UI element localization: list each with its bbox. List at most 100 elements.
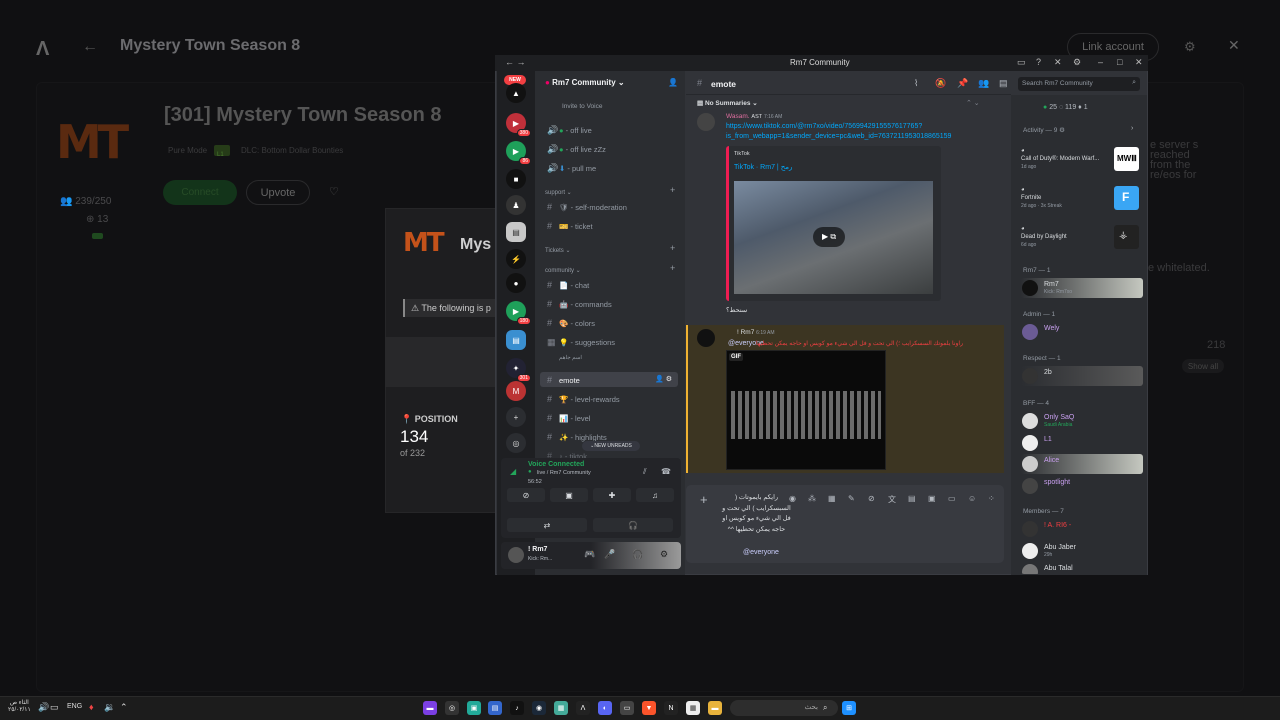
user-name[interactable]: ! Rm7 — [528, 546, 547, 553]
guild-icon[interactable]: ✦ 301 — [506, 358, 531, 382]
disconnect-icon[interactable]: ☎ — [661, 467, 671, 476]
category-community[interactable]: community ⌄ — [545, 267, 581, 274]
gift-icon[interactable]: ▣ — [928, 494, 936, 503]
channel-level[interactable]: # 📊 - level — [547, 413, 590, 423]
composer-mention[interactable]: @everyone — [743, 549, 779, 556]
channel-settings-icon[interactable]: 👤 ⚙ — [655, 375, 672, 383]
channel-level-rewards[interactable]: # 🏆 - level-rewards — [547, 394, 620, 404]
discover-icon[interactable]: ◎ — [506, 433, 526, 453]
channel-suggestions[interactable]: ▦ 💡 - suggestions — [547, 337, 615, 348]
no-summaries-bar[interactable]: ▤ No Summaries ⌄ — [697, 99, 758, 107]
tiktok-icon[interactable]: ♪ — [510, 701, 524, 715]
settings-gear-icon[interactable]: ⚙ — [1184, 39, 1196, 55]
guild-icon[interactable]: ▲ — [506, 83, 526, 103]
start-icon[interactable]: ⊞ — [842, 701, 856, 715]
pin-icon[interactable]: 📌 — [957, 78, 968, 89]
add-server-icon[interactable]: + — [506, 407, 526, 427]
threads-icon[interactable]: ⌇ — [914, 78, 918, 89]
member-item[interactable]: Only SaQ Saudi Arabia — [1021, 411, 1143, 431]
channel-pull-me[interactable]: 🔊⬇ - pull me — [547, 163, 596, 174]
show-all-button[interactable]: Show all — [1182, 359, 1224, 373]
member-item[interactable]: ! A. RI6 - — [1021, 519, 1143, 539]
channel-commands[interactable]: # 🤖 - commands — [547, 299, 612, 309]
app-icon[interactable]: ▭ — [620, 701, 634, 715]
summaries-icon[interactable]: ▤ — [999, 78, 1008, 89]
eye-icon[interactable]: ◉ — [789, 494, 796, 503]
maximize-icon[interactable]: □ — [1117, 57, 1122, 67]
translate-icon[interactable]: 文 — [888, 494, 896, 505]
chevron-up-icon[interactable]: ⌃ — [120, 702, 128, 713]
message-author[interactable]: ! Rm7 6:19 AM — [737, 329, 775, 336]
voice-status[interactable]: Voice Connected — [528, 461, 584, 468]
member-item[interactable]: spotlight — [1021, 476, 1143, 496]
member-item[interactable]: L1 — [1021, 433, 1143, 453]
inbox-icon[interactable]: ▭ — [1017, 57, 1026, 68]
channel-emote[interactable]: # emote 👤 ⚙ — [540, 372, 678, 387]
gamepad-icon[interactable]: 🎮 — [584, 549, 595, 560]
microphone-icon[interactable]: 🎤 — [604, 549, 615, 560]
soundboard-button[interactable]: ♫ — [636, 488, 674, 502]
message-author[interactable]: Wasam. AST 7:16 AM — [726, 113, 782, 120]
upvote-button[interactable]: Upvote — [246, 180, 310, 205]
mic-icon[interactable]: ♦ — [89, 702, 94, 712]
activity-item[interactable]: ◕ Dead by Daylight 6d ago — [1021, 225, 1067, 249]
activities-button[interactable]: ✚ — [593, 488, 631, 502]
app-icon[interactable]: ◎ — [445, 701, 459, 715]
composer-text[interactable]: رايكم بايموتات ( السبسكرايب ) الي تحت و … — [719, 493, 794, 535]
guild-icon[interactable]: M — [506, 381, 526, 401]
guild-icon[interactable]: ■ — [506, 169, 526, 189]
clock[interactable]: الثاء ص ٢٥/٠٢/١١ — [8, 700, 31, 714]
category-support[interactable]: support ⌄ — [545, 189, 572, 196]
thread-item[interactable]: اسم جاهم — [559, 355, 582, 361]
avatar[interactable] — [508, 547, 524, 563]
voice-channel[interactable]: live / Rm7 Community — [537, 470, 591, 476]
guild-icon[interactable]: ▶ 86 — [506, 141, 531, 165]
discord-icon[interactable]: ◐ — [598, 701, 612, 715]
guild-icon[interactable]: ▶ 180 — [506, 301, 531, 325]
tools-icon[interactable]: ✕ — [1054, 57, 1062, 68]
taskbar-search[interactable]: بحث — [730, 700, 838, 716]
add-friend-icon[interactable]: 👤 — [668, 78, 678, 87]
language-indicator[interactable]: ENG — [67, 703, 82, 710]
member-list-icon[interactable]: 👥 — [978, 78, 989, 89]
app-icon[interactable]: ▦ — [554, 701, 568, 715]
message-link[interactable]: is_from_webapp=1&sender_device=pc&web_id… — [726, 133, 951, 140]
member-item[interactable]: 2b — [1021, 366, 1143, 386]
app-icon[interactable]: ▤ — [488, 701, 502, 715]
channel-self-moderation[interactable]: # 🛡 - self-moderation — [547, 202, 627, 212]
guild-icon[interactable]: ▶ 380 — [506, 113, 531, 137]
speaker-icon[interactable]: 🔊 — [38, 702, 49, 713]
settings-icon[interactable]: ⚙ — [1073, 57, 1081, 68]
heart-icon[interactable]: ♡ — [329, 185, 339, 198]
channel-off-live[interactable]: 🔊● - off live — [547, 125, 592, 136]
network-icon[interactable]: ▭ — [50, 702, 59, 713]
jump-arrows-icon[interactable]: ⌃ ⌄ — [966, 99, 980, 107]
activity-item[interactable]: ◕ Fortnite 2d ago · 3x Streak — [1021, 186, 1062, 210]
add-channel-icon[interactable]: + — [670, 243, 675, 253]
user-settings-icon[interactable]: ⚙ — [660, 549, 668, 560]
activity-item[interactable]: ◕ Call of Duty®: Modern Warf... 1d ago — [1021, 147, 1099, 171]
channel-colors[interactable]: # 🎨 - colors — [547, 318, 595, 328]
add-channel-icon[interactable]: + — [670, 185, 675, 195]
channel-ticket[interactable]: # 🎫 - ticket — [547, 221, 593, 231]
category-tickets[interactable]: Tickets ⌄ — [545, 247, 570, 254]
app-icon[interactable]: N — [664, 701, 678, 715]
folder-icon[interactable]: ▤ — [506, 330, 526, 350]
close-icon[interactable]: ✕ — [1228, 37, 1240, 54]
guild-icon[interactable]: ♟ — [506, 195, 526, 215]
notifications-icon[interactable]: 🔕 — [935, 78, 946, 89]
invite-to-voice[interactable]: Invite to Voice — [562, 103, 602, 110]
folder-icon[interactable]: ▤ — [506, 222, 526, 242]
pen-icon[interactable]: ✎ — [848, 494, 855, 503]
video-off-button[interactable]: ⊘ — [507, 488, 545, 502]
server-header[interactable]: ● Rm7 Community ⌄ — [545, 78, 625, 87]
gif-icon[interactable]: ▭ — [948, 494, 956, 503]
channel-chat[interactable]: # 📄 - chat — [547, 280, 589, 290]
nav-arrows-icon[interactable]: ← → — [505, 57, 526, 67]
channel-off-live-zzz[interactable]: 🔊● - off live zZz — [547, 144, 606, 155]
message-link[interactable]: https://www.tiktok.com/@rm7xo/video/7569… — [726, 123, 922, 130]
app-icon[interactable]: ▬ — [423, 701, 437, 715]
noise-suppression-icon[interactable]: ⫽ — [643, 467, 647, 477]
member-item[interactable]: Abu Talal — [1021, 562, 1143, 574]
headphones-button[interactable]: 🎧 — [593, 518, 673, 532]
